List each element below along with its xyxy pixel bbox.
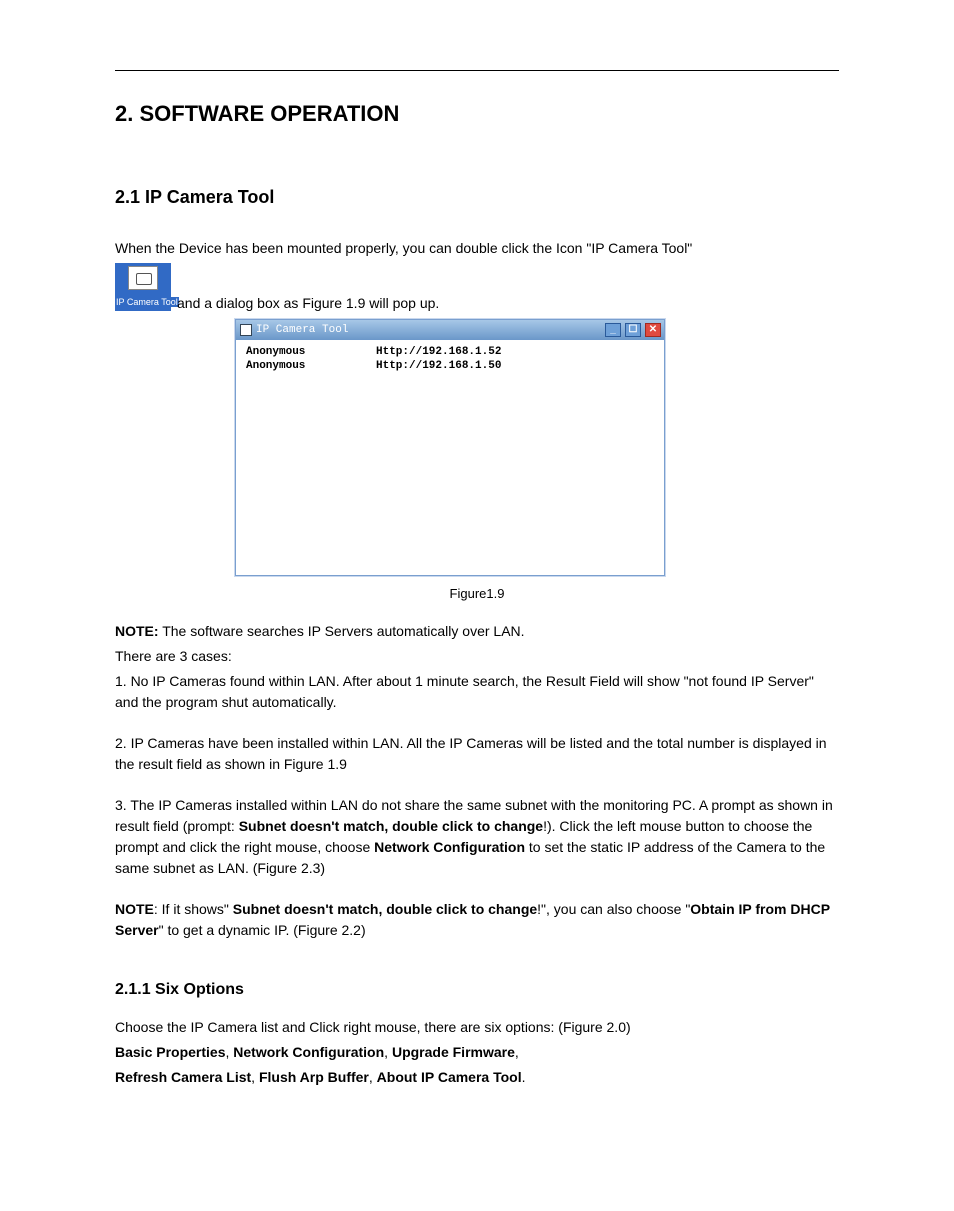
note2-f: " to get a dynamic IP. (Figure 2.2) (159, 922, 366, 938)
camera-name: Anonymous (246, 360, 316, 374)
ip-camera-tool-window: IP Camera Tool _ ☐ ✕ Anonymous Http://19… (235, 319, 665, 576)
note2-a: NOTE (115, 901, 154, 917)
opt-refresh-camera-list: Refresh Camera List (115, 1069, 251, 1085)
note1-text: The software searches IP Servers automat… (159, 623, 525, 639)
sep: , (515, 1044, 519, 1060)
close-icon[interactable]: ✕ (645, 323, 661, 337)
subsection-heading: 2.1 IP Camera Tool (115, 187, 839, 208)
case-3: 3. The IP Cameras installed within LAN d… (115, 795, 839, 879)
camera-name: Anonymous (246, 346, 316, 360)
case-2: 2. IP Cameras have been installed within… (115, 733, 839, 775)
note-label: NOTE: (115, 623, 159, 639)
six-options-intro: Choose the IP Camera list and Click righ… (115, 1017, 839, 1038)
camera-icon (128, 266, 158, 290)
desktop-icon-label: IP Camera Tool (115, 297, 179, 307)
maximize-icon[interactable]: ☐ (625, 323, 641, 337)
opt-about-ip-camera-tool: About IP Camera Tool (377, 1069, 522, 1085)
opt-basic-properties: Basic Properties (115, 1044, 226, 1060)
intro-text-before: When the Device has been mounted properl… (115, 238, 839, 259)
opt-upgrade-firmware: Upgrade Firmware (392, 1044, 515, 1060)
figure-caption: Figure1.9 (115, 586, 839, 601)
window-titlebar: IP Camera Tool _ ☐ ✕ (236, 320, 664, 340)
section-heading: 2. SOFTWARE OPERATION (115, 101, 839, 127)
camera-url: Http://192.168.1.52 (376, 346, 501, 360)
opt-network-configuration: Network Configuration (233, 1044, 384, 1060)
cases-intro: There are 3 cases: (115, 646, 839, 667)
note2-b: : If it shows" (154, 901, 233, 917)
sep: , (251, 1069, 259, 1085)
sep: . (522, 1069, 526, 1085)
options-line-2: Refresh Camera List, Flush Arp Buffer, A… (115, 1067, 839, 1088)
case-1: 1. No IP Cameras found within LAN. After… (115, 671, 839, 713)
sep: , (384, 1044, 392, 1060)
subsubsection-heading: 2.1.1 Six Options (115, 981, 839, 999)
sep: , (369, 1069, 377, 1085)
page-content: 2. SOFTWARE OPERATION 2.1 IP Camera Tool… (115, 70, 839, 1088)
case3-b: Subnet doesn't match, double click to ch… (239, 818, 543, 834)
intro-text-after: and a dialog box as Figure 1.9 will pop … (177, 295, 439, 311)
icon-and-text-row: IP Camera Tool and a dialog box as Figur… (115, 263, 839, 311)
case3-d: Network Configuration (374, 839, 525, 855)
intro-paragraph: When the Device has been mounted properl… (115, 238, 839, 601)
camera-url: Http://192.168.1.50 (376, 360, 501, 374)
opt-flush-arp-buffer: Flush Arp Buffer (259, 1069, 369, 1085)
note-2: NOTE: If it shows" Subnet doesn't match,… (115, 899, 839, 941)
window-body: Anonymous Http://192.168.1.52 Anonymous … (236, 340, 664, 575)
minimize-icon[interactable]: _ (605, 323, 621, 337)
options-line-1: Basic Properties, Network Configuration,… (115, 1042, 839, 1063)
window-title: IP Camera Tool (256, 324, 601, 336)
note2-c: Subnet doesn't match, double click to ch… (233, 901, 537, 917)
list-item[interactable]: Anonymous Http://192.168.1.52 (246, 346, 654, 360)
dialog-figure: IP Camera Tool _ ☐ ✕ Anonymous Http://19… (235, 319, 839, 576)
window-app-icon (240, 324, 252, 336)
note2-d: !", you can also choose " (537, 901, 690, 917)
header-divider (115, 70, 839, 71)
list-item[interactable]: Anonymous Http://192.168.1.50 (246, 360, 654, 374)
note1-line: NOTE: The software searches IP Servers a… (115, 621, 839, 642)
ip-camera-tool-desktop-icon: IP Camera Tool (115, 263, 171, 311)
